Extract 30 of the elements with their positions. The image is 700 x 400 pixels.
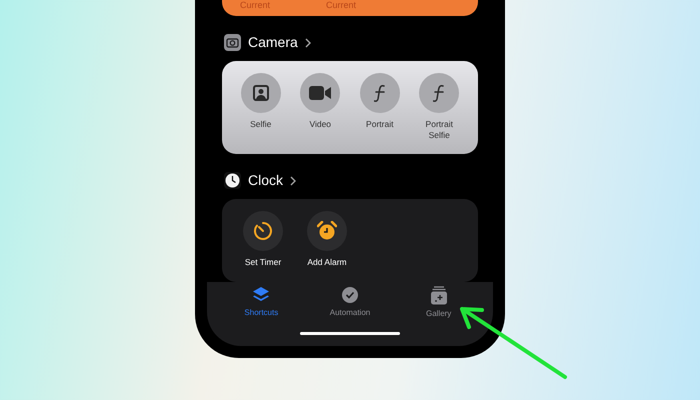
- clock-icon: [224, 172, 241, 189]
- alarm-clock-icon: [317, 221, 337, 241]
- clock-check-icon: [340, 286, 359, 304]
- action-button[interactable]: Video: [290, 73, 350, 144]
- action-label: Set Timer: [244, 257, 282, 268]
- gallery-icon: [430, 286, 448, 305]
- action-label: Add Alarm: [306, 257, 348, 268]
- section-title[interactable]: Camera: [248, 32, 298, 53]
- action-label: Portrait: [365, 119, 394, 130]
- aperture-f-icon: [374, 84, 386, 102]
- action-label: Video: [308, 119, 332, 130]
- camera-icon: [224, 34, 241, 51]
- action-button[interactable]: Add Alarm: [295, 211, 359, 272]
- section-title[interactable]: Clock: [248, 170, 284, 191]
- action-label: Portrait Selfie: [424, 119, 454, 141]
- action-label: Selfie: [249, 119, 272, 130]
- aperture-f-icon: [433, 84, 446, 102]
- layers-icon: [252, 286, 270, 304]
- timer-icon: [253, 221, 273, 241]
- tab-button[interactable]: Shortcuts: [226, 286, 296, 320]
- video-camera-icon: [309, 86, 332, 100]
- tab-button[interactable]: Automation: [314, 286, 385, 320]
- action-button[interactable]: Portrait: [350, 73, 410, 144]
- tab-button[interactable]: Gallery: [404, 286, 474, 320]
- action-button[interactable]: Set Timer: [231, 211, 295, 272]
- portrait-icon: [252, 85, 269, 101]
- action-button[interactable]: Portrait Selfie: [410, 73, 469, 144]
- chevron-right-icon: [290, 176, 296, 186]
- chevron-right-icon: [304, 38, 311, 48]
- action-button[interactable]: Selfie: [231, 73, 290, 144]
